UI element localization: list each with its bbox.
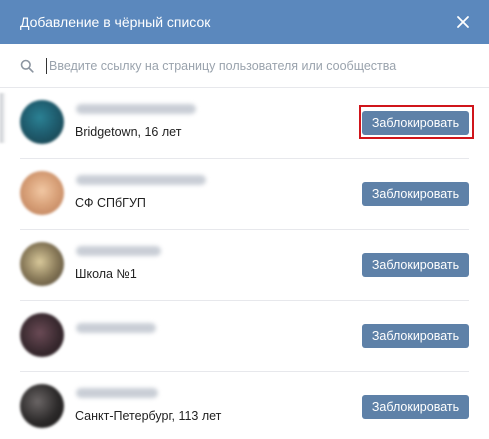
dialog-title: Добавление в чёрный список [20, 14, 211, 30]
blacklist-dialog: Добавление в чёрный список Bridgetown, 1… [0, 0, 489, 439]
block-button[interactable]: Заблокировать [362, 324, 469, 348]
avatar[interactable] [20, 242, 64, 286]
user-subtitle: Санкт-Петербург, 113 лет [75, 409, 222, 423]
block-button[interactable]: Заблокировать [362, 182, 469, 206]
user-list: Bridgetown, 16 лет Заблокировать СФ СПбГ… [0, 88, 489, 439]
list-item: Школа №1 Заблокировать [20, 230, 469, 301]
user-subtitle: СФ СПбГУП [75, 196, 146, 210]
user-name-blurred[interactable] [76, 104, 196, 114]
user-name-blurred[interactable] [76, 246, 161, 256]
list-item: СФ СПбГУП Заблокировать [20, 159, 469, 230]
user-subtitle: Школа №1 [75, 267, 137, 281]
user-subtitle: Bridgetown, 16 лет [75, 125, 182, 139]
search-bar [0, 44, 489, 88]
block-button[interactable]: Заблокировать [362, 395, 469, 419]
block-button[interactable]: Заблокировать [362, 111, 469, 135]
list-item: Bridgetown, 16 лет Заблокировать [20, 88, 474, 159]
list-item: Заблокировать [20, 301, 469, 372]
search-input[interactable] [46, 57, 469, 74]
avatar[interactable] [20, 100, 64, 144]
user-name-blurred[interactable] [76, 323, 156, 333]
search-icon [20, 59, 34, 73]
dialog-header: Добавление в чёрный список [0, 0, 489, 44]
avatar[interactable] [20, 384, 64, 428]
user-name-blurred[interactable] [76, 388, 158, 398]
avatar[interactable] [20, 171, 64, 215]
list-item: Санкт-Петербург, 113 лет Заблокировать [20, 372, 469, 439]
block-button[interactable]: Заблокировать [362, 253, 469, 277]
user-name-blurred[interactable] [76, 175, 206, 185]
avatar[interactable] [20, 313, 64, 357]
close-icon[interactable] [453, 12, 473, 32]
